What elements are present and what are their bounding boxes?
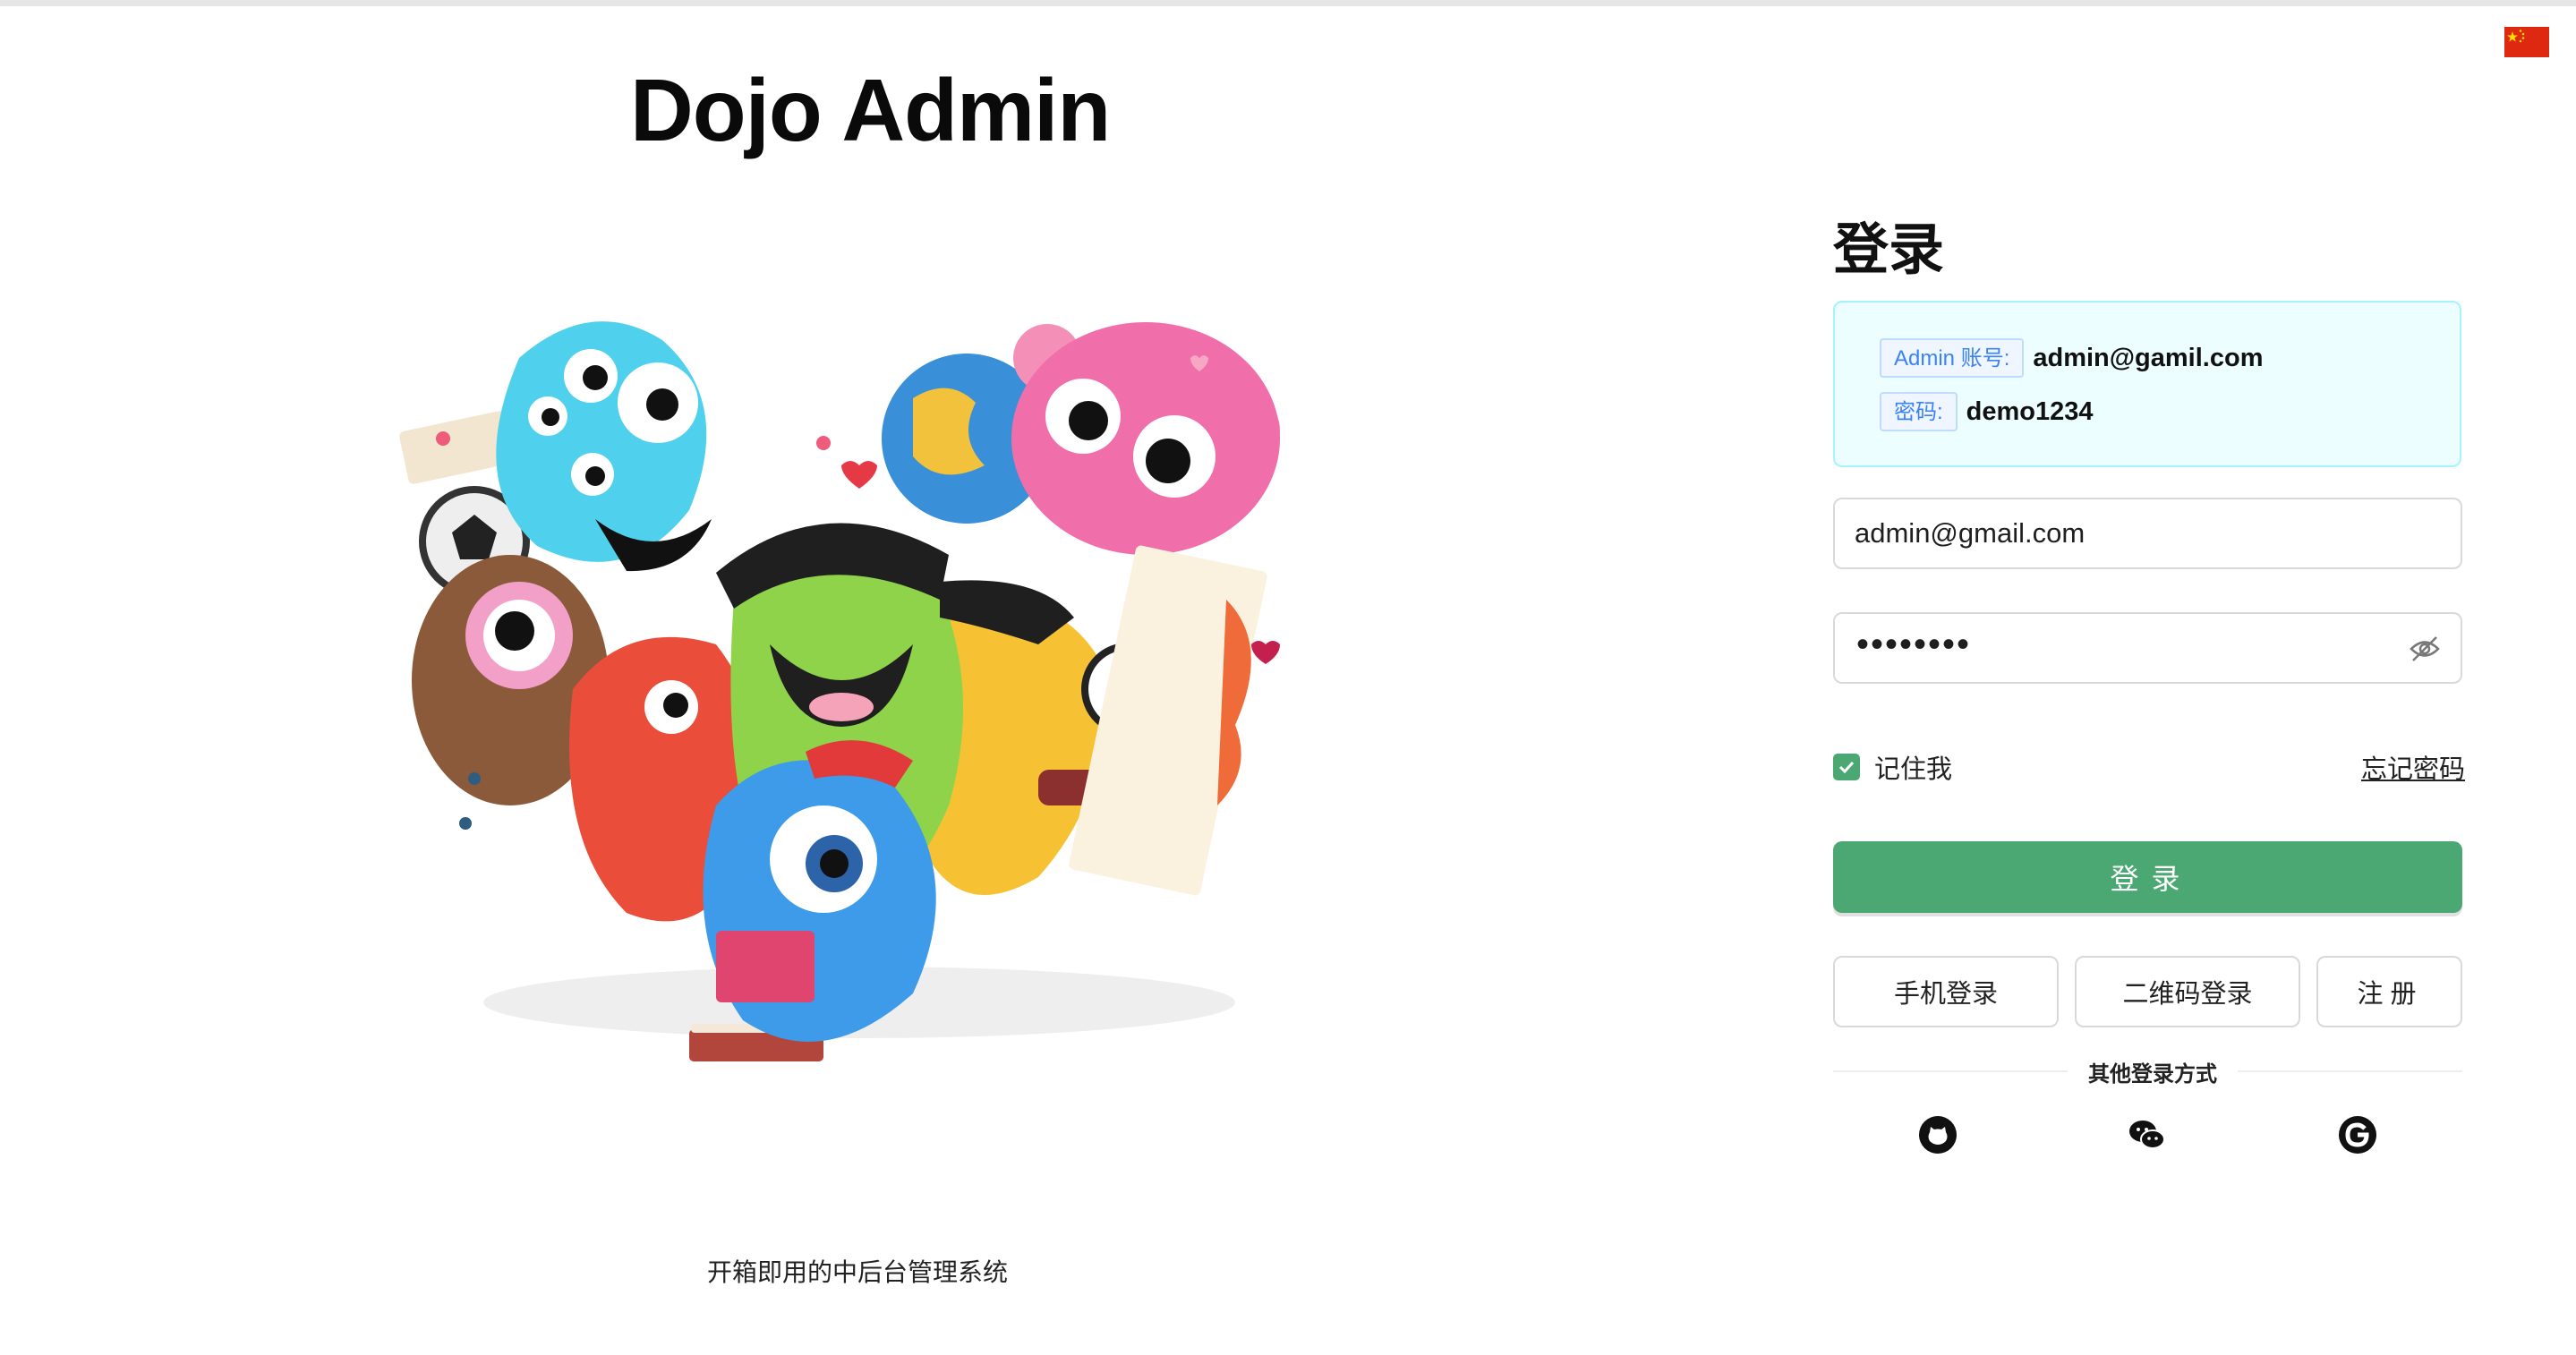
login-title: 登录 <box>1833 219 1945 281</box>
slogan: 开箱即用的中后台管理系统 <box>707 1258 1009 1286</box>
email-field[interactable] <box>1855 499 2410 567</box>
app-title: Dojo Admin <box>630 61 1111 159</box>
wechat-icon[interactable] <box>2128 1115 2167 1155</box>
cyan-monster <box>496 321 712 572</box>
password-field[interactable]: •••••••• <box>1833 612 2462 684</box>
login-button[interactable]: 登录 <box>1833 841 2462 913</box>
forgot-password-link[interactable]: 忘记密码 <box>2361 748 2465 786</box>
hint-password-row: 密码: demo1234 <box>1880 392 2094 431</box>
remember-me[interactable]: 记住我 <box>1833 748 1952 786</box>
github-icon[interactable] <box>1918 1115 1958 1155</box>
register-button[interactable]: 注册 <box>2316 956 2462 1027</box>
qr-login-button[interactable]: 二维码登录 <box>2075 956 2300 1027</box>
china-flag-icon <box>2504 27 2549 57</box>
divider-left <box>1833 1070 2068 1072</box>
check-icon <box>1838 761 1855 774</box>
password-masked-value: •••••••• <box>1856 625 1972 664</box>
divider-right <box>2238 1070 2462 1072</box>
eye-off-icon[interactable] <box>2409 634 2441 664</box>
password-value: demo1234 <box>1966 396 2094 426</box>
hint-account-row: Admin 账号: admin@gamil.com <box>1880 338 2263 378</box>
top-border <box>0 0 2576 6</box>
demo-account-hint: Admin 账号: admin@gamil.com 密码: demo1234 <box>1833 301 2461 467</box>
hero-illustration <box>399 321 1280 1061</box>
remember-label: 记住我 <box>1874 755 1953 784</box>
other-login-methods-label: 其他登录方式 <box>2088 1062 2217 1087</box>
account-value: admin@gamil.com <box>2033 343 2264 372</box>
phone-login-button[interactable]: 手机登录 <box>1833 956 2059 1027</box>
remember-checkbox[interactable] <box>1833 754 1860 780</box>
google-icon[interactable] <box>2338 1115 2377 1155</box>
password-tag: 密码: <box>1880 392 1958 431</box>
language-switch[interactable] <box>2504 27 2549 57</box>
account-tag: Admin 账号: <box>1880 338 2025 378</box>
pink-monster <box>1011 322 1280 555</box>
email-field-wrapper <box>1833 498 2462 569</box>
